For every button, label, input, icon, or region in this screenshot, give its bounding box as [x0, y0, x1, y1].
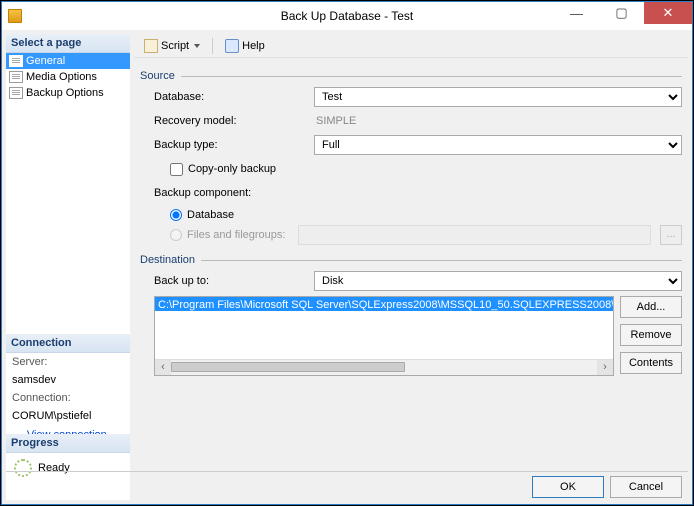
- connection-label: Connection:: [6, 389, 130, 407]
- backup-to-label: Back up to:: [154, 275, 314, 287]
- select-page-header: Select a page: [6, 34, 130, 53]
- page-backup-options[interactable]: Backup Options: [6, 85, 130, 101]
- maximize-button[interactable]: ▢: [599, 2, 644, 24]
- help-button[interactable]: Help: [221, 38, 269, 54]
- progress-status: Ready: [6, 453, 130, 483]
- script-icon: [144, 39, 158, 53]
- radio-database[interactable]: Database: [170, 206, 682, 224]
- titlebar[interactable]: Back Up Database - Test — ▢ ✕: [2, 2, 692, 30]
- page-icon: [9, 87, 23, 99]
- help-icon: [225, 39, 239, 53]
- ok-button[interactable]: OK: [532, 476, 604, 498]
- add-button[interactable]: Add...: [620, 296, 682, 318]
- dialog-window: Back Up Database - Test — ▢ ✕ Select a p…: [1, 1, 693, 505]
- connection-value: CORUM\pstiefel: [6, 407, 130, 425]
- progress-spinner-icon: [14, 459, 32, 477]
- destination-path[interactable]: C:\Program Files\Microsoft SQL Server\SQ…: [155, 297, 613, 311]
- filegroups-field: [298, 225, 651, 245]
- separator: [6, 471, 688, 472]
- backup-to-select[interactable]: Disk: [314, 271, 682, 291]
- recovery-value: SIMPLE: [314, 115, 356, 127]
- radio-filegroups-input: [170, 229, 182, 241]
- toolbar-separator: [212, 38, 213, 54]
- page-media-options[interactable]: Media Options: [6, 69, 130, 85]
- connection-header: Connection: [6, 334, 130, 353]
- radio-database-input[interactable]: [170, 209, 182, 221]
- progress-header: Progress: [6, 434, 130, 453]
- radio-filegroups: Files and filegroups: ...: [170, 226, 682, 244]
- destination-list[interactable]: C:\Program Files\Microsoft SQL Server\SQ…: [154, 296, 614, 376]
- server-label: Server:: [6, 353, 130, 371]
- database-select[interactable]: Test: [314, 87, 682, 107]
- left-panel: Select a page General Media Options Back…: [6, 34, 130, 500]
- page-icon: [9, 55, 23, 67]
- page-general[interactable]: General: [6, 53, 130, 69]
- filegroups-browse-button: ...: [660, 225, 682, 245]
- server-value: samsdev: [6, 371, 130, 389]
- toolbar: Script Help: [134, 34, 688, 58]
- page-icon: [9, 71, 23, 83]
- chevron-down-icon: [194, 44, 200, 48]
- backup-component-label: Backup component:: [154, 187, 314, 199]
- right-panel: Script Help Source Database: Test Recove…: [134, 34, 688, 470]
- scroll-thumb[interactable]: [171, 362, 405, 372]
- scroll-left-icon[interactable]: ‹: [155, 360, 171, 375]
- destination-group: Destination: [140, 254, 195, 266]
- source-group: Source: [140, 70, 175, 82]
- database-label: Database:: [154, 91, 314, 103]
- copy-only-input[interactable]: [170, 163, 183, 176]
- backup-type-label: Backup type:: [154, 139, 314, 151]
- cancel-button[interactable]: Cancel: [610, 476, 682, 498]
- app-icon: [8, 9, 22, 23]
- copy-only-checkbox[interactable]: Copy-only backup: [170, 163, 276, 176]
- recovery-label: Recovery model:: [154, 115, 314, 127]
- minimize-button[interactable]: —: [554, 2, 599, 24]
- horizontal-scrollbar[interactable]: ‹ ›: [155, 359, 613, 375]
- scroll-right-icon[interactable]: ›: [597, 360, 613, 375]
- backup-type-select[interactable]: Full: [314, 135, 682, 155]
- remove-button[interactable]: Remove: [620, 324, 682, 346]
- contents-button[interactable]: Contents: [620, 352, 682, 374]
- script-button[interactable]: Script: [140, 38, 204, 54]
- close-button[interactable]: ✕: [644, 2, 692, 24]
